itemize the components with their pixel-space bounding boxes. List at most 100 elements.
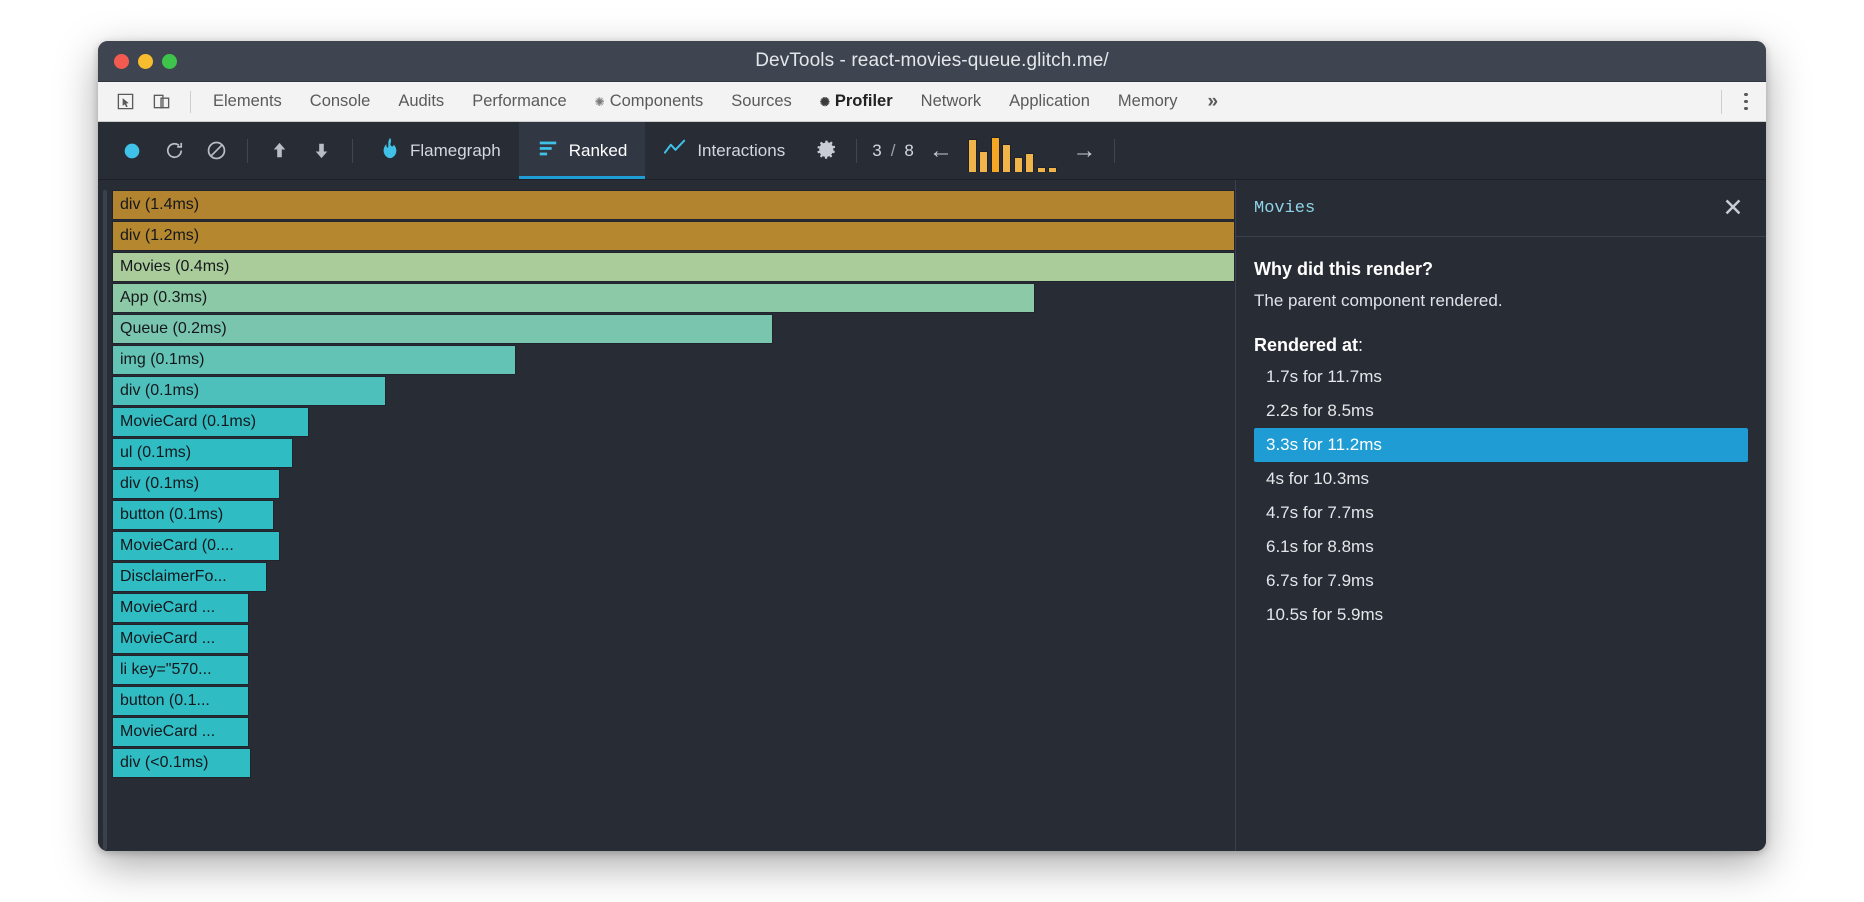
ranked-row[interactable]: DisclaimerFo... [112, 562, 1235, 592]
tab-console[interactable]: Console [296, 82, 385, 121]
ranked-row-bar[interactable]: div (0.1ms) [112, 469, 280, 499]
snapshot-bar[interactable] [1037, 167, 1046, 172]
ranked-row-bar[interactable]: button (0.1... [112, 686, 249, 716]
snapshot-bar[interactable] [1002, 144, 1011, 172]
interactions-line-icon [663, 137, 687, 164]
zoom-window-button[interactable] [162, 54, 177, 69]
save-profile-button[interactable] [301, 131, 341, 171]
minimize-window-button[interactable] [138, 54, 153, 69]
ranked-row-bar[interactable]: button (0.1ms) [112, 500, 274, 530]
ranked-row-bar[interactable]: Queue (0.2ms) [112, 314, 773, 344]
tab-elements[interactable]: Elements [199, 82, 296, 121]
tabbar-tool-icons [110, 89, 188, 115]
gear-icon[interactable] [807, 131, 847, 171]
ranked-row[interactable]: ul (0.1ms) [112, 438, 1235, 468]
ranked-row-bar[interactable]: MovieCard ... [112, 717, 249, 747]
tabbar-right-group [1721, 82, 1766, 121]
profiler-toolbar-right: 3 / 8 ← → [803, 122, 1124, 179]
inspect-element-icon[interactable] [110, 89, 140, 115]
tabs-overflow-chevron-icon[interactable]: » [1192, 82, 1233, 121]
close-window-button[interactable] [114, 54, 129, 69]
ranked-row[interactable]: Movies (0.4ms) [112, 252, 1235, 282]
mode-label: Flamegraph [410, 141, 501, 161]
tab-sources[interactable]: Sources [717, 82, 806, 121]
ranked-row-bar[interactable]: div (<0.1ms) [112, 748, 251, 778]
ranked-row[interactable]: div (1.2ms) [112, 221, 1235, 251]
rendered-at-item[interactable]: 10.5s for 5.9ms [1254, 598, 1748, 632]
ranked-row-label: div (0.1ms) [120, 475, 199, 493]
ranked-row[interactable]: div (1.4ms) [112, 190, 1235, 220]
ranked-row[interactable]: div (0.1ms) [112, 376, 1235, 406]
load-profile-button[interactable] [259, 131, 299, 171]
ranked-row[interactable]: App (0.3ms) [112, 283, 1235, 313]
tab-audits[interactable]: Audits [384, 82, 458, 121]
ranked-row[interactable]: MovieCard ... [112, 717, 1235, 747]
tab-network[interactable]: Network [907, 82, 996, 121]
rendered-at-item[interactable]: 4s for 10.3ms [1254, 462, 1748, 496]
snapshot-bar[interactable] [1025, 153, 1034, 172]
ranked-row-bar[interactable]: img (0.1ms) [112, 345, 516, 375]
mode-label: Interactions [697, 141, 785, 161]
ranked-row-label: MovieCard ... [120, 723, 215, 741]
ranked-row-bar[interactable]: DisclaimerFo... [112, 562, 267, 592]
mode-label: Ranked [569, 141, 628, 161]
tab-application[interactable]: Application [995, 82, 1104, 121]
tab-components[interactable]: ✺ Components [581, 82, 718, 121]
ranked-row-bar[interactable]: Movies (0.4ms) [112, 252, 1235, 282]
snapshot-bar[interactable] [968, 139, 977, 172]
rendered-at-item[interactable]: 1.7s for 11.7ms [1254, 360, 1748, 394]
ranked-row-bar[interactable]: App (0.3ms) [112, 283, 1035, 313]
snapshot-bar[interactable] [1048, 167, 1057, 172]
ranked-chart-scrollbar[interactable] [103, 190, 107, 850]
ranked-row-label: MovieCard (0.1ms) [120, 413, 256, 431]
rendered-at-item[interactable]: 4.7s for 7.7ms [1254, 496, 1748, 530]
tab-profiler[interactable]: ✺ Profiler [806, 82, 907, 121]
ranked-row-bar[interactable]: MovieCard ... [112, 593, 249, 623]
ranked-row[interactable]: MovieCard ... [112, 593, 1235, 623]
tab-performance[interactable]: Performance [458, 82, 580, 121]
ranked-row[interactable]: button (0.1... [112, 686, 1235, 716]
reload-and-record-button[interactable] [154, 131, 194, 171]
mode-interactions[interactable]: Interactions [645, 122, 803, 179]
ranked-row-bar[interactable]: MovieCard (0.... [112, 531, 280, 561]
previous-snapshot-button[interactable]: ← [920, 131, 962, 171]
rendered-at-item[interactable]: 6.7s for 7.9ms [1254, 564, 1748, 598]
tab-memory[interactable]: Memory [1104, 82, 1192, 121]
ranked-row[interactable]: Queue (0.2ms) [112, 314, 1235, 344]
rendered-at-item[interactable]: 6.1s for 8.8ms [1254, 530, 1748, 564]
snapshot-bar[interactable] [979, 151, 988, 172]
mode-ranked[interactable]: Ranked [519, 122, 646, 179]
close-icon[interactable]: ✕ [1718, 193, 1748, 223]
kebab-menu-icon[interactable] [1726, 82, 1766, 121]
ranked-row-bar[interactable]: MovieCard ... [112, 624, 249, 654]
rendered-at-item[interactable]: 2.2s for 8.5ms [1254, 394, 1748, 428]
device-toolbar-icon[interactable] [146, 89, 176, 115]
ranked-row[interactable]: button (0.1ms) [112, 500, 1235, 530]
clear-button[interactable] [196, 131, 236, 171]
snapshot-counter: 3 / 8 [866, 141, 920, 161]
next-snapshot-button[interactable]: → [1063, 131, 1105, 171]
ranked-row[interactable]: MovieCard ... [112, 624, 1235, 654]
snapshot-bar[interactable] [991, 137, 1000, 172]
ranked-row-bar[interactable]: ul (0.1ms) [112, 438, 293, 468]
ranked-row-bar[interactable]: li key="570... [112, 655, 249, 685]
snapshot-bar[interactable] [1014, 157, 1023, 172]
mode-flamegraph[interactable]: Flamegraph [362, 122, 519, 179]
react-atom-icon: ✺ [595, 96, 605, 108]
ranked-row[interactable]: div (<0.1ms) [112, 748, 1235, 778]
ranked-row-bar[interactable]: div (1.2ms) [112, 221, 1235, 251]
flame-icon [380, 137, 400, 164]
tab-label: Sources [731, 92, 792, 111]
ranked-row-bar[interactable]: div (1.4ms) [112, 190, 1235, 220]
ranked-row[interactable]: MovieCard (0.... [112, 531, 1235, 561]
ranked-row[interactable]: div (0.1ms) [112, 469, 1235, 499]
ranked-row[interactable]: img (0.1ms) [112, 345, 1235, 375]
ranked-row-bar[interactable]: MovieCard (0.1ms) [112, 407, 309, 437]
record-button[interactable] [112, 131, 152, 171]
ranked-row[interactable]: MovieCard (0.1ms) [112, 407, 1235, 437]
snapshot-selector-chart[interactable] [962, 130, 1064, 172]
ranked-row-bar[interactable]: div (0.1ms) [112, 376, 386, 406]
ranked-row[interactable]: li key="570... [112, 655, 1235, 685]
rendered-at-item[interactable]: 3.3s for 11.2ms [1254, 428, 1748, 462]
tab-label: Components [610, 92, 704, 111]
